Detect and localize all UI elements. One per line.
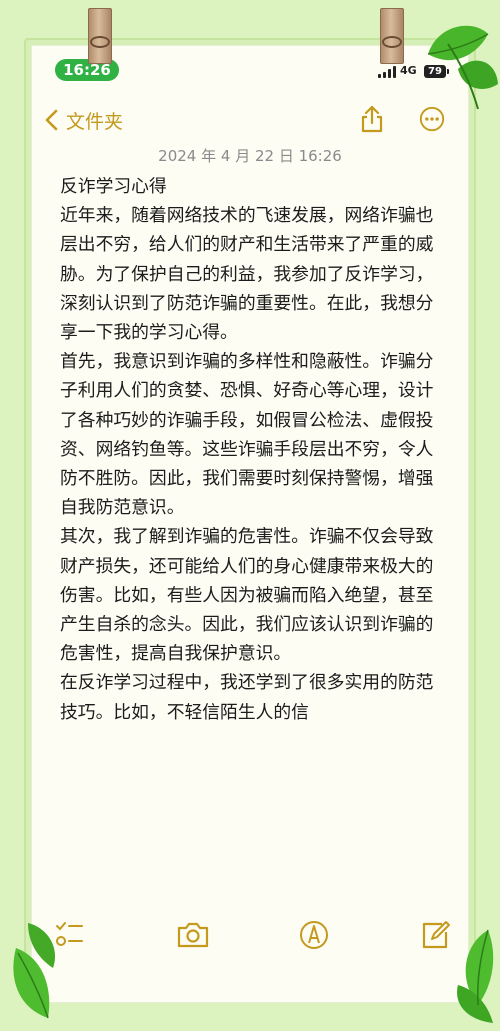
note-paragraph: 在反诈学习过程中，我还学到了很多实用的防范技巧。比如，不轻信陌生人的信 [60, 672, 434, 723]
back-label: 文件夹 [66, 110, 124, 133]
note-paragraph: 其次，我了解到诈骗的危害性。诈骗不仅会导致财产损失，还可能给人们的身心健康带来极… [60, 526, 434, 665]
markup-icon[interactable] [299, 918, 329, 952]
note-title: 反诈学习心得 [60, 176, 167, 197]
left-clip-decoration [88, 8, 112, 68]
back-button[interactable]: 文件夹 [42, 106, 123, 134]
note-body[interactable]: 反诈学习心得 近年来，随着网络技术的飞速发展，网络诈骗也层出不穷，给人们的财产和… [60, 172, 446, 917]
right-clip-decoration [380, 8, 404, 68]
note-paragraph: 首先，我意识到诈骗的多样性和隐蔽性。诈骗分子利用人们的贪婪、恐惧、好奇心等心理，… [60, 351, 434, 519]
leaf-decoration-top-right [427, 25, 498, 110]
leaf-decoration-bottom-right [457, 929, 494, 1023]
note-paragraph: 近年来，随着网络技术的飞速发展，网络诈骗也层出不穷，给人们的财产和生活带来了严重… [60, 205, 434, 344]
bottom-toolbar [0, 918, 500, 958]
camera-icon[interactable] [176, 918, 210, 952]
share-icon[interactable] [358, 104, 386, 134]
compose-icon[interactable] [420, 918, 450, 952]
note-date: 2024 年 4 月 22 日 16:26 [158, 147, 342, 165]
network-type: 4G [400, 64, 417, 77]
leaf-decoration-bottom-left [13, 923, 56, 1019]
chevron-left-icon [45, 109, 58, 131]
